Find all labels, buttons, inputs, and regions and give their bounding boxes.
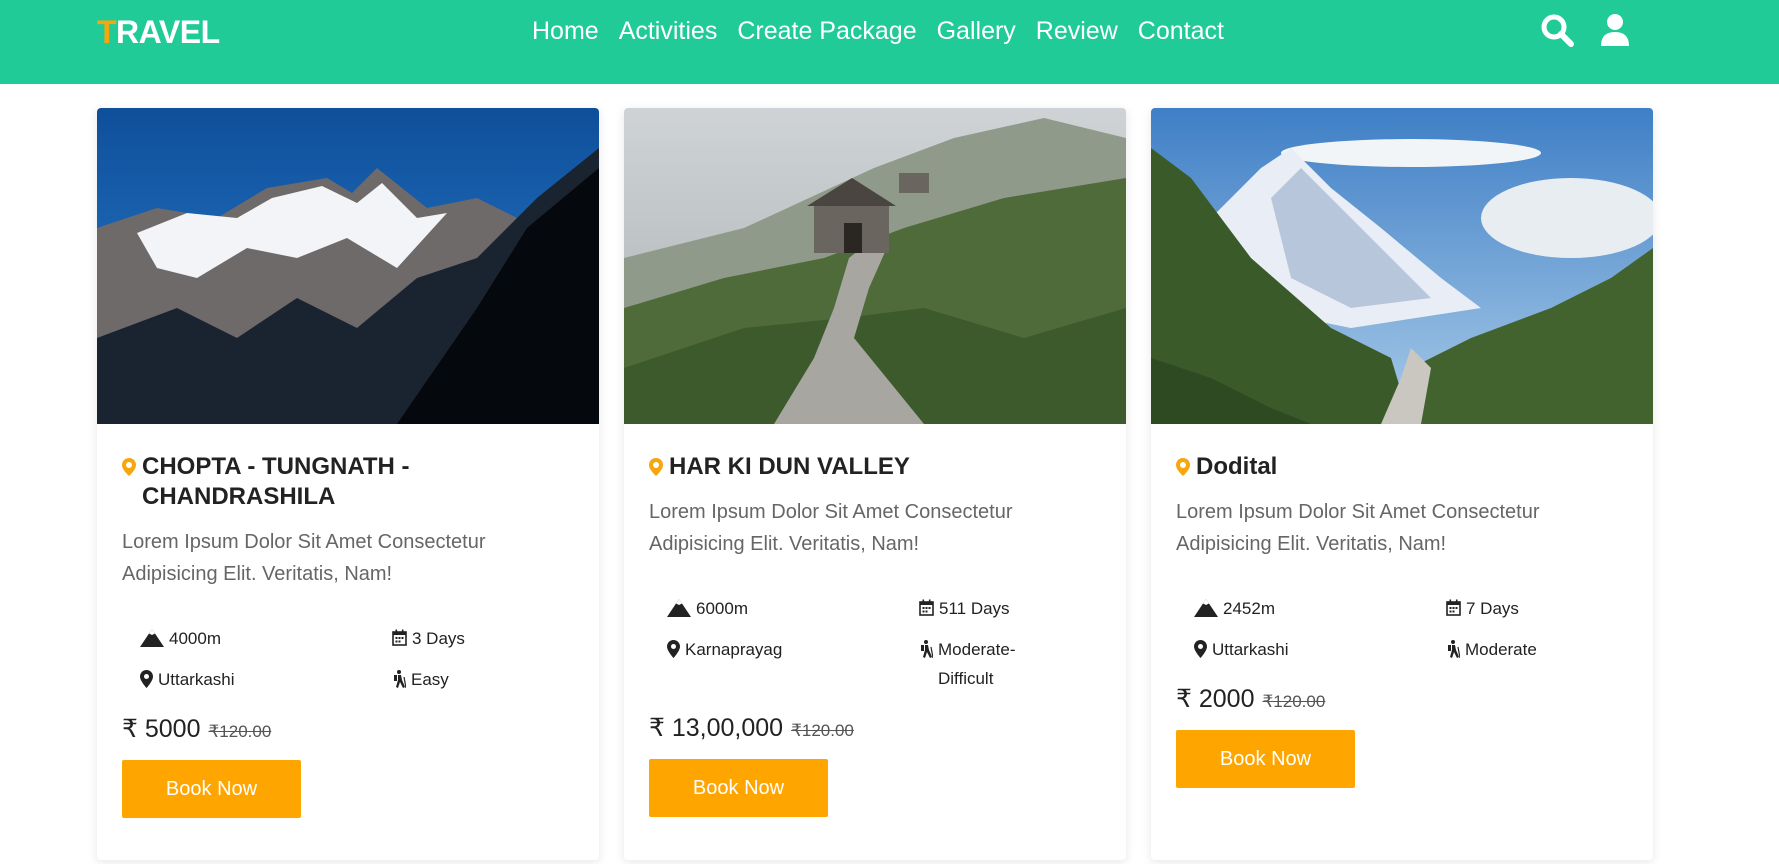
location-pin-icon — [667, 640, 680, 658]
package-cards: CHOPTA - TUNGNATH - CHANDRASHILA Lorem I… — [97, 108, 1653, 860]
search-icon[interactable] — [1539, 12, 1575, 48]
map-pin-icon — [1176, 458, 1190, 476]
logo-rest: RAVEL — [116, 14, 220, 50]
card-title-text: HAR KI DUN VALLEY — [669, 453, 910, 480]
altitude-stat: 4000m — [140, 624, 392, 653]
package-card: Dodital Lorem Ipsum Dolor Sit Amet Conse… — [1151, 108, 1653, 860]
nav-review[interactable]: Review — [1036, 14, 1118, 48]
logo-first-letter: T — [97, 14, 117, 50]
location-value: Uttarkashi — [158, 670, 235, 689]
duration-value: 7 Days — [1466, 599, 1519, 618]
duration-stat: 511 Days — [919, 594, 1119, 623]
map-pin-icon — [122, 458, 136, 476]
old-price: ₹120.00 — [1262, 692, 1326, 711]
card-stats: 2452m 7 Days Uttarkashi Moderate — [1176, 594, 1628, 664]
nav-gallery[interactable]: Gallery — [937, 14, 1016, 48]
card-stats: 4000m 3 Days Uttarkashi Easy — [122, 624, 574, 694]
altitude-value: 2452m — [1223, 599, 1275, 618]
duration-value: 3 Days — [412, 629, 465, 648]
card-description: Lorem Ipsum Dolor Sit Amet Consectetur A… — [122, 531, 486, 585]
card-title: HAR KI DUN VALLEY — [649, 452, 1101, 482]
card-image-valley-hut — [624, 108, 1126, 424]
old-price: ₹120.00 — [791, 721, 854, 740]
package-card: CHOPTA - TUNGNATH - CHANDRASHILA Lorem I… — [97, 108, 599, 860]
card-title: CHOPTA - TUNGNATH - CHANDRASHILA — [122, 452, 574, 512]
location-value: Uttarkashi — [1212, 640, 1289, 659]
brand-logo[interactable]: TRAVEL — [97, 14, 220, 51]
hiker-icon — [394, 670, 406, 688]
location-value: Karnaprayag — [685, 640, 783, 659]
hiker-icon — [1448, 640, 1460, 658]
difficulty-value: Easy — [411, 670, 449, 689]
difficulty-stat: Moderate — [1446, 635, 1646, 664]
top-navbar: TRAVEL Home Activities Create Package Ga… — [0, 0, 1779, 84]
main-nav: Home Activities Create Package Gallery R… — [532, 14, 1224, 48]
map-pin-icon — [649, 458, 663, 476]
card-image-snow-valley — [1151, 108, 1653, 424]
price: ₹ 2000 — [1176, 685, 1255, 713]
location-pin-icon — [140, 670, 153, 688]
location-stat: Uttarkashi — [1194, 635, 1446, 664]
duration-stat: 7 Days — [1446, 594, 1646, 623]
price-row: ₹ 2000 ₹120.00 — [1176, 684, 1628, 714]
duration-stat: 3 Days — [392, 624, 592, 653]
difficulty-value: Moderate-Difficult — [938, 640, 1016, 688]
card-stats: 6000m 511 Days Karnaprayag Moderate-Diff… — [649, 594, 1101, 693]
altitude-value: 4000m — [169, 629, 221, 648]
mountain-icon — [1194, 599, 1218, 617]
book-now-button[interactable]: Book Now — [122, 760, 301, 818]
calendar-icon — [392, 629, 407, 646]
mountain-icon — [140, 629, 164, 647]
duration-value: 511 Days — [939, 599, 1010, 618]
card-title: Dodital — [1176, 452, 1628, 482]
nav-home[interactable]: Home — [532, 14, 599, 48]
price-row: ₹ 5000 ₹120.00 — [122, 714, 574, 744]
price: ₹ 5000 — [122, 715, 201, 743]
altitude-value: 6000m — [696, 599, 748, 618]
price-row: ₹ 13,00,000 ₹120.00 — [649, 713, 1101, 743]
location-pin-icon — [1194, 640, 1207, 658]
book-now-button[interactable]: Book Now — [649, 759, 828, 817]
user-icon[interactable] — [1597, 12, 1633, 48]
price: ₹ 13,00,000 — [649, 714, 784, 742]
card-image-mountain — [97, 108, 599, 424]
nav-contact[interactable]: Contact — [1138, 14, 1224, 48]
card-description: Lorem Ipsum Dolor Sit Amet Consectetur A… — [649, 501, 1013, 555]
location-stat: Karnaprayag — [667, 635, 919, 693]
altitude-stat: 2452m — [1194, 594, 1446, 623]
altitude-stat: 6000m — [667, 594, 919, 623]
old-price: ₹120.00 — [208, 722, 272, 741]
mountain-icon — [667, 599, 691, 617]
calendar-icon — [1446, 599, 1461, 616]
calendar-icon — [919, 599, 934, 616]
nav-create-package[interactable]: Create Package — [737, 14, 916, 48]
difficulty-stat: Easy — [392, 665, 592, 694]
card-title-text: Dodital — [1196, 453, 1278, 480]
difficulty-value: Moderate — [1465, 640, 1537, 659]
book-now-button[interactable]: Book Now — [1176, 730, 1355, 788]
nav-activities[interactable]: Activities — [619, 14, 718, 48]
package-card: HAR KI DUN VALLEY Lorem Ipsum Dolor Sit … — [624, 108, 1126, 860]
difficulty-stat: Moderate-Difficult — [919, 635, 1119, 693]
hiker-icon — [921, 640, 933, 658]
location-stat: Uttarkashi — [140, 665, 392, 694]
card-title-text: CHOPTA - TUNGNATH - CHANDRASHILA — [142, 453, 410, 510]
card-description: Lorem Ipsum Dolor Sit Amet Consectetur A… — [1176, 501, 1540, 555]
